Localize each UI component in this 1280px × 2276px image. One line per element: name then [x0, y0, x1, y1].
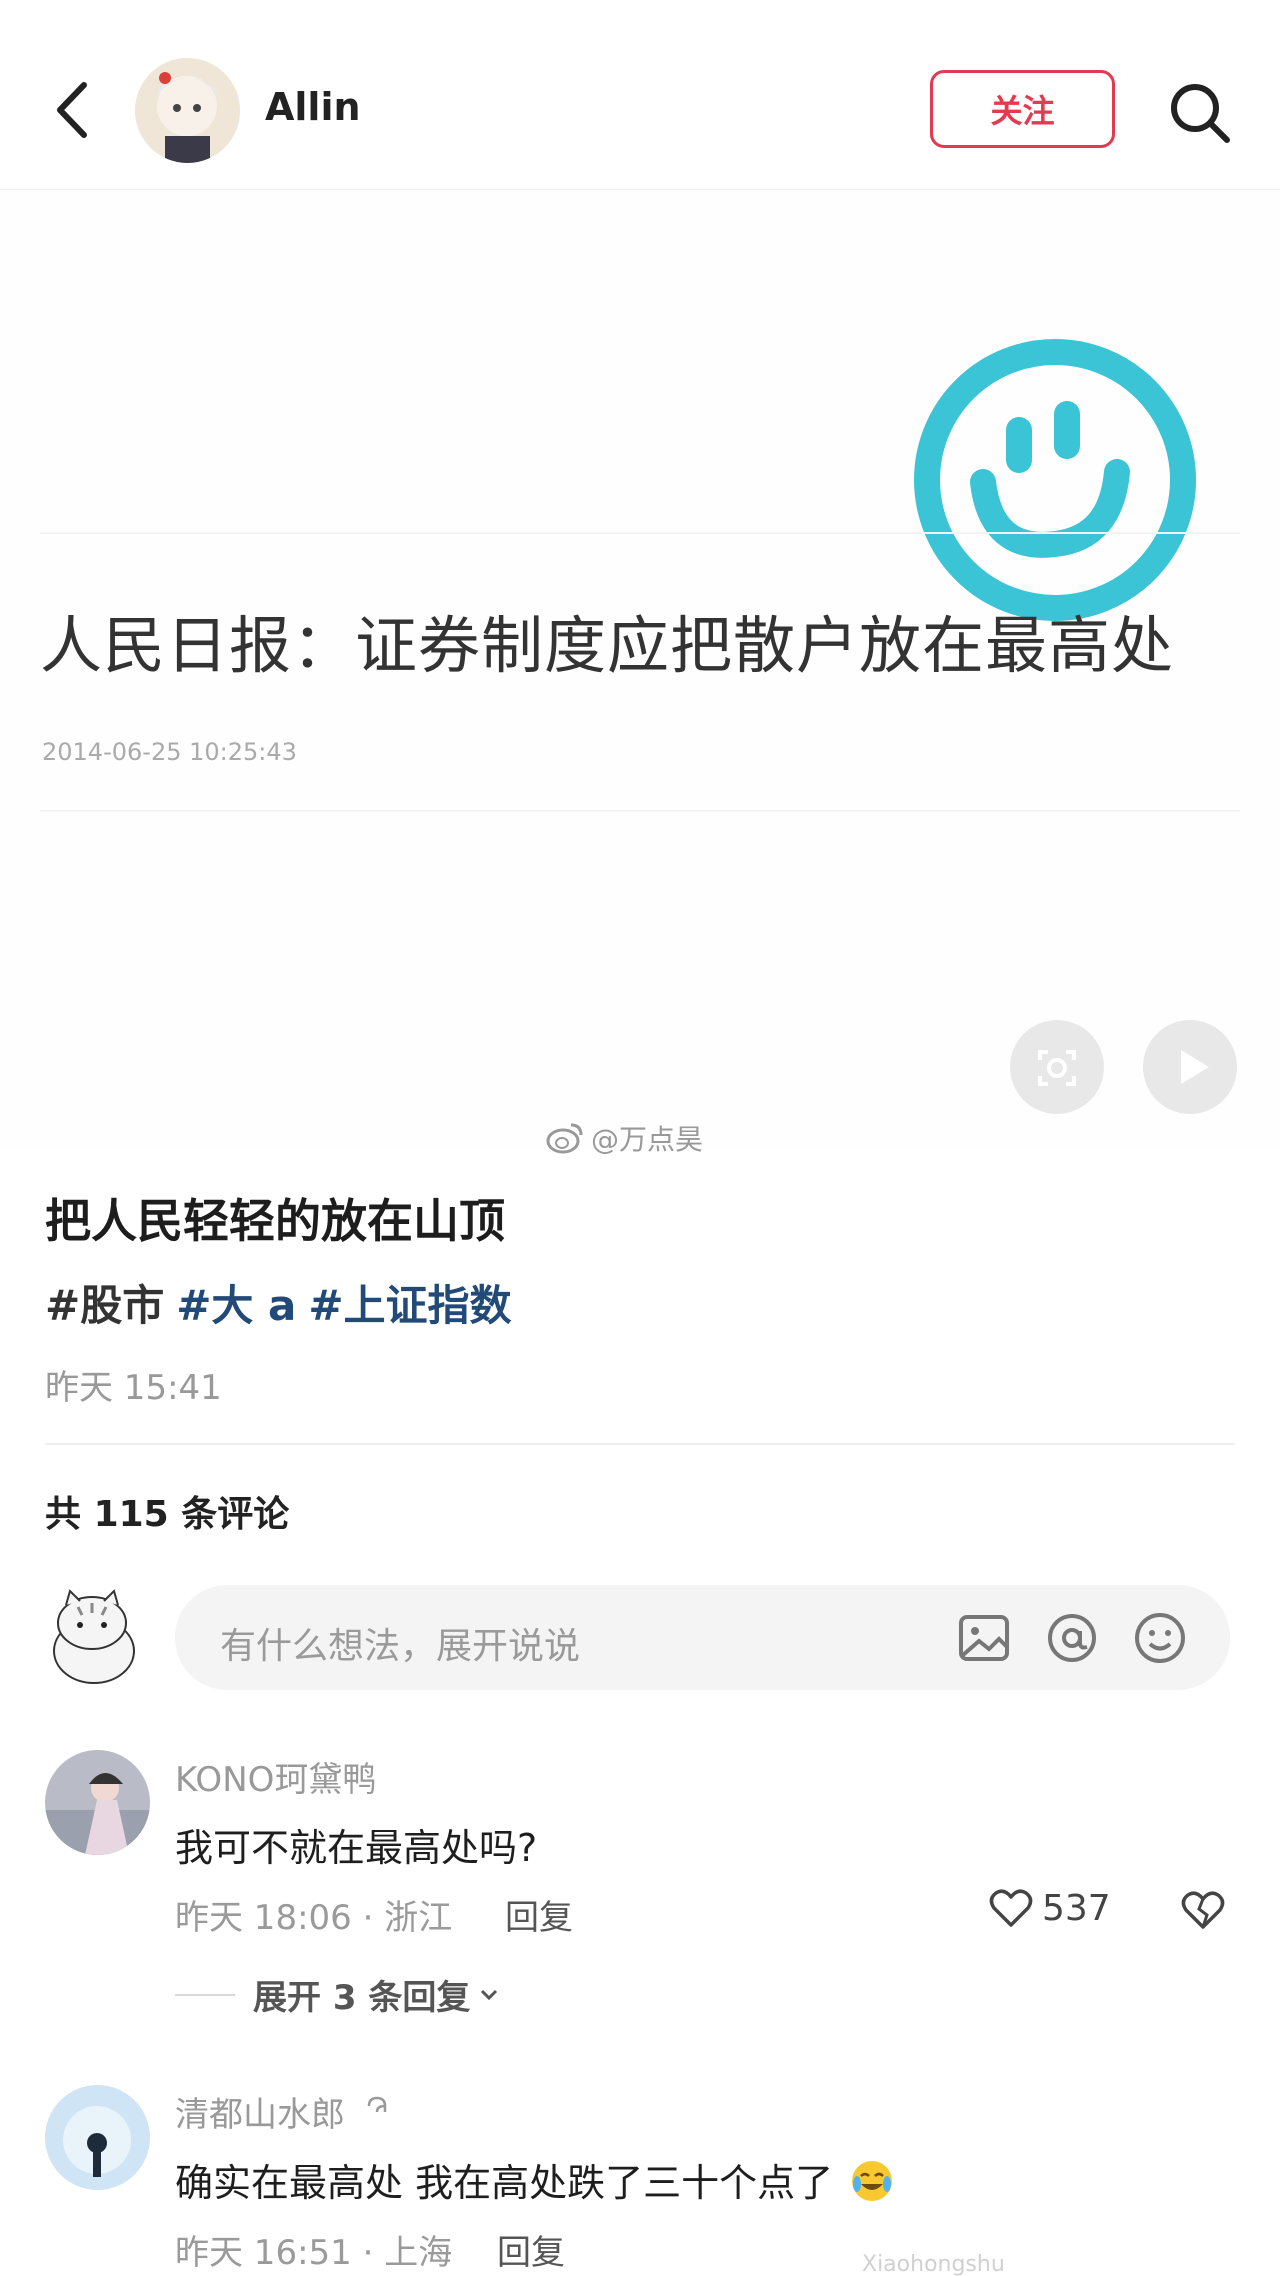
author-avatar[interactable]: [135, 58, 240, 163]
weibo-icon: [546, 1123, 583, 1154]
watermark-text: @万点昊: [591, 1123, 704, 1156]
news-headline: 人民日报：证券制度应把散户放在最高处: [40, 609, 1175, 682]
comment-meta: 昨天 18:06 · 浙江: [175, 1898, 453, 1938]
emoji-icon[interactable]: [1131, 1609, 1189, 1667]
comment-text-body: 确实在最高处 我在高处跌了三十个点了: [175, 2161, 834, 2205]
tag[interactable]: #上证指数: [308, 1272, 511, 1333]
site-watermark: Xiaohongshu: [862, 2252, 1005, 2276]
tag[interactable]: #大 a: [176, 1272, 296, 1333]
comment-text: 我可不就在最高处吗?: [175, 1826, 538, 1870]
image-divider: [40, 532, 1240, 534]
back-icon[interactable]: [48, 75, 98, 145]
reply-button[interactable]: 回复: [505, 1890, 573, 1939]
post-title: 把人民轻轻的放在山顶: [45, 1194, 505, 1248]
dislike-icon[interactable]: [1180, 1887, 1226, 1937]
commenter-avatar[interactable]: [45, 2085, 150, 2190]
scan-text-icon[interactable]: [1010, 1020, 1104, 1114]
chevron-down-icon: [481, 1989, 498, 2000]
commenter-name[interactable]: KONO珂黛鸭: [175, 1752, 376, 1801]
tag[interactable]: #股市: [45, 1272, 164, 1333]
comment-input-placeholder: 有什么想法，展开说说: [220, 1626, 581, 1667]
image-divider: [40, 810, 1240, 812]
expand-replies-button[interactable]: 展开 3 条回复: [175, 1970, 500, 2019]
comment-meta: 昨天 16:51 · 上海: [175, 2233, 453, 2273]
smiley-sticker: [905, 332, 1205, 632]
play-icon[interactable]: [1143, 1020, 1237, 1114]
author-badge-icon: [365, 2092, 391, 2122]
news-date: 2014-06-25 10:25:43: [42, 738, 297, 766]
watermark: @万点昊: [545, 1118, 703, 1158]
search-icon[interactable]: [1165, 78, 1235, 148]
post-time: 昨天 15:41: [45, 1368, 222, 1408]
comments-count-suffix: 条评论: [181, 1494, 290, 1535]
commenter-avatar[interactable]: [45, 1750, 150, 1855]
comment-input[interactable]: 有什么想法，展开说说: [175, 1585, 1230, 1690]
like-count: 537: [1042, 1887, 1111, 1929]
divider: [45, 1443, 1235, 1445]
comment-text: 确实在最高处 我在高处跌了三十个点了: [175, 2152, 895, 2207]
comments-count-number: 115: [93, 1494, 169, 1535]
image-icon[interactable]: [955, 1609, 1013, 1667]
mention-icon[interactable]: [1043, 1609, 1101, 1667]
author-name[interactable]: Allin: [265, 85, 361, 129]
comments-count-prefix: 共: [45, 1494, 82, 1535]
comments-count: 共 115 条评论: [45, 1485, 289, 1537]
tag-list: #股市 #大 a #上证指数: [45, 1272, 512, 1333]
heart-icon: [989, 1889, 1033, 1927]
my-avatar: [42, 1585, 147, 1690]
reply-button[interactable]: 回复: [497, 2225, 565, 2274]
follow-button[interactable]: 关注: [930, 70, 1115, 148]
expand-replies-label: 展开 3 条回复: [253, 1978, 471, 2018]
crying-laugh-emoji-icon: [852, 2161, 893, 2201]
like-button[interactable]: 537: [988, 1885, 1111, 1931]
top-bar: Allin 关注: [0, 0, 1280, 190]
commenter-name[interactable]: 清都山水郎: [175, 2087, 345, 2136]
post-image[interactable]: 人民日报：证券制度应把散户放在最高处 2014-06-25 10:25:43 @…: [0, 190, 1280, 1156]
expand-line: [175, 1993, 235, 1996]
